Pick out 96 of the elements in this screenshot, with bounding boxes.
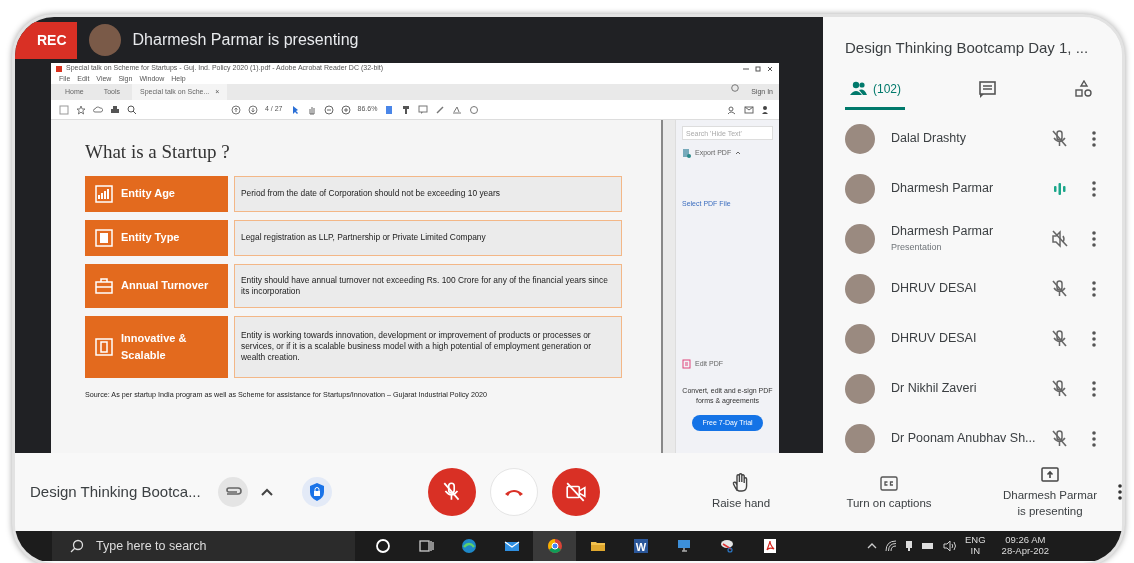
volume-icon[interactable] bbox=[943, 540, 957, 552]
export-pdf-icon[interactable] bbox=[682, 148, 691, 159]
browser-icon bbox=[459, 537, 478, 555]
highlight-tool-icon[interactable] bbox=[401, 104, 412, 115]
row-description: Entity should have annual turnover not exceeding Rs. 100 Crore for any of the financial years since its incorporation bbox=[234, 263, 622, 308]
panel-tab[interactable]: (102) bbox=[845, 77, 905, 110]
mail-icon[interactable] bbox=[744, 104, 754, 115]
comment-icon[interactable] bbox=[418, 104, 429, 115]
cloud-icon[interactable] bbox=[93, 104, 103, 115]
sign-icon[interactable] bbox=[452, 104, 463, 115]
attachment-icon[interactable] bbox=[218, 477, 248, 507]
presenter-title: Dharmesh Parmar is presenting bbox=[132, 30, 359, 50]
participant-name: DHRUV DESAI bbox=[891, 330, 978, 348]
avatar-placeholder bbox=[88, 24, 121, 56]
language-indicator[interactable]: ENG IN bbox=[965, 535, 986, 557]
avatar-placeholder bbox=[845, 373, 875, 404]
participant-name: Dharmesh Parmar bbox=[891, 180, 995, 198]
row-description: Legal registration as LLP, Partnership or Private Limited Company bbox=[234, 219, 622, 256]
building-icon bbox=[95, 228, 113, 247]
stamp-icon[interactable] bbox=[469, 104, 480, 115]
taskbar-app[interactable] bbox=[533, 531, 576, 561]
chart-icon bbox=[95, 184, 113, 203]
participant-name: Dharmesh Parmar bbox=[891, 223, 995, 241]
camera-off-icon bbox=[565, 481, 587, 503]
participant-subtitle: Presentation bbox=[891, 241, 943, 255]
caret-up-icon[interactable] bbox=[260, 487, 274, 497]
pen-icon[interactable] bbox=[435, 104, 446, 115]
more-options-icon[interactable] bbox=[1118, 484, 1122, 500]
search-icon[interactable] bbox=[127, 104, 137, 115]
microphone-button[interactable] bbox=[428, 468, 476, 516]
battery-icon[interactable] bbox=[921, 541, 935, 551]
avatar-placeholder bbox=[845, 273, 875, 304]
row-label: Innovative & Scalable bbox=[121, 331, 188, 363]
usb-icon[interactable] bbox=[905, 540, 913, 552]
shapes-icon bbox=[1074, 79, 1094, 98]
avatar-placeholder bbox=[845, 223, 875, 254]
zoom-out-icon[interactable] bbox=[323, 104, 334, 115]
action-button[interactable]: Turn on captions bbox=[814, 471, 964, 513]
participant-name: Dalal Drashty bbox=[891, 130, 968, 148]
page-down-icon[interactable] bbox=[248, 104, 258, 115]
page-up-icon[interactable] bbox=[231, 104, 241, 115]
participant-name: Dr Nikhil Zaveri bbox=[891, 380, 978, 398]
user-icon[interactable] bbox=[761, 104, 771, 115]
print-icon[interactable] bbox=[110, 104, 120, 115]
share-icon[interactable] bbox=[727, 104, 737, 115]
more-options-icon[interactable] bbox=[1092, 180, 1096, 197]
restore-icon[interactable] bbox=[754, 65, 762, 72]
row-label: Entity Age bbox=[121, 186, 175, 202]
wifi-icon[interactable] bbox=[885, 540, 897, 552]
scrollbar[interactable] bbox=[661, 120, 675, 453]
taskbar-app[interactable]: W bbox=[619, 531, 662, 561]
circle-icon bbox=[373, 537, 392, 555]
edit-pdf-icon[interactable] bbox=[682, 359, 691, 370]
taskbar-search-field[interactable]: Type here to search bbox=[52, 531, 355, 561]
avatar-placeholder bbox=[845, 323, 875, 354]
app-icon bbox=[56, 65, 62, 72]
row-description: Entity is working towards innovation, development or improvement of products or processes or services, or if it is a scalable business model with a high potential of employment generation or wealth creation. bbox=[234, 315, 622, 378]
star-icon[interactable] bbox=[76, 104, 86, 115]
participant-name: Dr Poonam Anubhav Sh... bbox=[891, 430, 1037, 448]
avatar-placeholder bbox=[845, 173, 875, 204]
camera-button[interactable] bbox=[552, 468, 600, 516]
document-letter-icon: W bbox=[631, 537, 650, 555]
more-options-icon[interactable] bbox=[1092, 330, 1096, 347]
page-view-icon[interactable] bbox=[384, 104, 395, 115]
more-options-icon[interactable] bbox=[1092, 130, 1096, 147]
caret-icon[interactable] bbox=[735, 151, 742, 156]
search-icon bbox=[70, 539, 84, 553]
more-options-icon[interactable] bbox=[1092, 280, 1096, 297]
shield-icon[interactable] bbox=[302, 477, 332, 507]
slide-title: What is a Startup ? bbox=[85, 140, 231, 164]
close-icon[interactable] bbox=[766, 65, 774, 72]
people-icon bbox=[849, 79, 869, 98]
zoom-in-icon[interactable] bbox=[340, 104, 351, 115]
more-options-icon[interactable] bbox=[1092, 430, 1096, 447]
action-button[interactable]: Raise hand bbox=[696, 471, 786, 513]
action-button[interactable]: Dharmesh Parmar is presenting bbox=[992, 464, 1108, 520]
participant-name: DHRUV DESAI bbox=[891, 280, 978, 298]
avatar-placeholder bbox=[845, 123, 875, 154]
chevron-up-icon[interactable] bbox=[867, 542, 877, 550]
round-logo-icon bbox=[545, 537, 564, 555]
row-label: Entity Type bbox=[121, 230, 180, 246]
hand-icon[interactable] bbox=[306, 104, 317, 115]
present-screen-icon bbox=[1040, 465, 1060, 485]
chat-icon bbox=[977, 79, 998, 98]
row-label: Annual Turnover bbox=[121, 278, 209, 294]
more-options-icon[interactable] bbox=[1092, 380, 1096, 397]
meeting-title: Design Thinking Bootcamp Day 1, ... bbox=[844, 38, 1090, 58]
tablet-icon bbox=[95, 337, 113, 356]
task-view-icon bbox=[416, 537, 435, 555]
row-description: Period from the date of Corporation should not be exceeding 10 years bbox=[234, 175, 622, 212]
meeting-title[interactable]: Design Thinking Bootca... bbox=[30, 480, 218, 504]
avatar-placeholder bbox=[845, 423, 875, 454]
rec-badge: REC bbox=[15, 21, 77, 59]
clock[interactable]: 09:26 AM 28-Apr-202 bbox=[1001, 535, 1050, 557]
briefcase-icon bbox=[95, 276, 113, 295]
more-options-icon[interactable] bbox=[1092, 230, 1096, 247]
